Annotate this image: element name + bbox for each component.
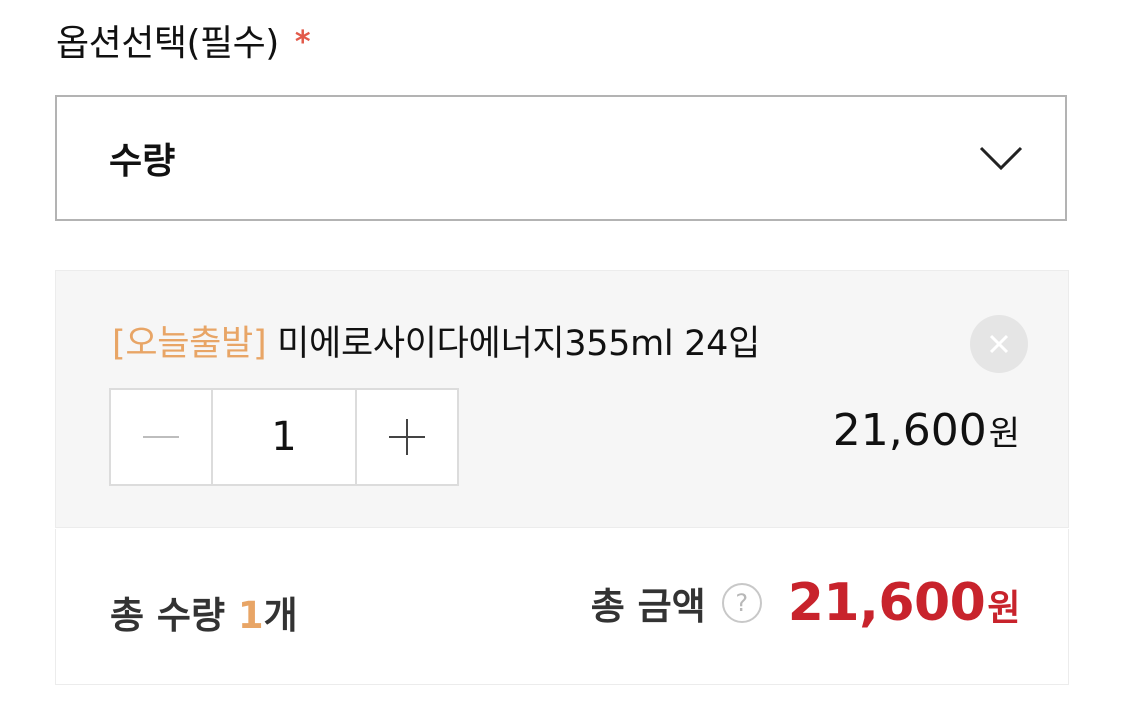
total-amount: 21,600원 xyxy=(787,573,1021,633)
total-amount-value: 21,600 xyxy=(787,573,986,633)
total-amount-group: 총 금액 ? 21,600원 xyxy=(590,573,1021,633)
option-product-name: 미에로사이다에너지355ml 24입 xyxy=(266,324,761,364)
total-quantity-unit: 개 xyxy=(263,594,298,637)
option-price-value: 21,600 xyxy=(832,405,987,456)
total-quantity: 총 수량 1개 xyxy=(110,585,298,639)
remove-option-button[interactable] xyxy=(970,315,1028,373)
option-section-label: 옵션선택(필수) xyxy=(56,23,279,64)
option-tag: [오늘출발] xyxy=(112,324,267,364)
plus-icon xyxy=(389,419,425,455)
option-price-currency: 원 xyxy=(988,414,1020,454)
selected-option-panel: [오늘출발] 미에로사이다에너지355ml 24입 1 21,600 원 xyxy=(55,270,1069,528)
quantity-option-select[interactable]: 수량 xyxy=(55,95,1067,221)
total-amount-currency: 원 xyxy=(987,588,1020,629)
required-asterisk: * xyxy=(294,24,311,60)
option-section-title: 옵션선택(필수) * xyxy=(56,14,311,66)
total-quantity-prefix: 총 수량 xyxy=(110,594,238,637)
total-summary: 총 수량 1개 총 금액 ? 21,600원 xyxy=(55,529,1069,685)
quantity-stepper: 1 xyxy=(109,388,459,486)
quantity-value[interactable]: 1 xyxy=(211,390,357,484)
chevron-down-icon xyxy=(979,146,1023,171)
select-value: 수량 xyxy=(109,141,176,182)
total-amount-label: 총 금액 xyxy=(590,585,706,628)
close-icon xyxy=(989,334,1009,354)
increment-button[interactable] xyxy=(357,390,457,484)
minus-icon xyxy=(143,436,179,438)
question-icon[interactable]: ? xyxy=(721,583,762,623)
option-price: 21,600 원 xyxy=(833,405,1020,456)
total-quantity-value: 1 xyxy=(237,594,264,637)
decrement-button[interactable] xyxy=(111,390,211,484)
option-name: [오늘출발] 미에로사이다에너지355ml 24입 xyxy=(112,315,760,366)
